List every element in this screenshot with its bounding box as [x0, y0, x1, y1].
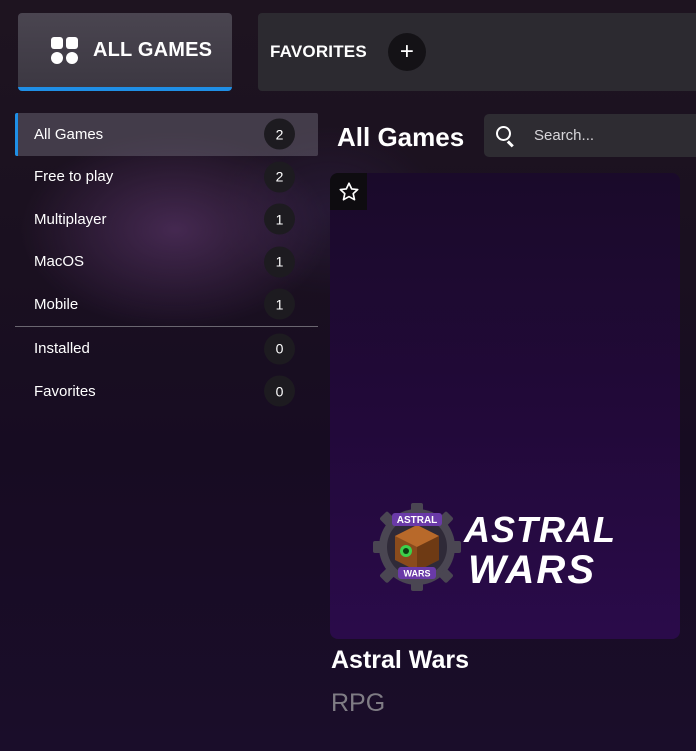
- sidebar-item-label: Installed: [34, 340, 90, 358]
- sidebar-item-free-to-play[interactable]: Free to play 2: [15, 156, 318, 199]
- sidebar-item-count: 1: [264, 246, 295, 278]
- tab-all-games[interactable]: ALL GAMES: [18, 13, 232, 91]
- game-logo: ASTRAL WARS ASTRAL WARS: [370, 501, 650, 593]
- sidebar-item-multiplayer[interactable]: Multiplayer 1: [15, 198, 318, 241]
- tab-all-games-label: ALL GAMES: [93, 38, 213, 61]
- search-icon: [496, 125, 516, 147]
- sidebar-item-all-games[interactable]: All Games 2: [15, 113, 318, 156]
- logo-text-astral: ASTRAL: [463, 509, 616, 550]
- favorite-toggle-button[interactable]: [330, 173, 367, 210]
- tab-favorites-label: FAVORITES: [270, 42, 367, 61]
- sidebar-item-label: Free to play: [34, 168, 114, 186]
- sidebar-item-label: Favorites: [34, 382, 96, 400]
- sidebar-item-macos[interactable]: MacOS 1: [15, 241, 318, 284]
- logo-text-wars: WARS: [468, 548, 596, 592]
- plus-icon: +: [399, 38, 414, 65]
- sidebar-item-label: MacOS: [34, 253, 85, 271]
- add-tab-button[interactable]: +: [387, 33, 426, 71]
- grid-icon: [51, 36, 78, 64]
- sidebar-item-label: All Games: [34, 125, 104, 143]
- game-genre: RPG: [331, 689, 386, 717]
- sidebar-item-count: 2: [264, 161, 295, 193]
- tab-favorites[interactable]: FAVORITES +: [258, 13, 696, 91]
- sidebar-divider: [15, 325, 318, 327]
- sidebar-item-label: Mobile: [34, 295, 79, 313]
- sidebar-item-label: Multiplayer: [34, 210, 107, 228]
- game-card[interactable]: ASTRAL WARS ASTRAL WARS: [330, 173, 680, 639]
- sidebar: All Games 2 Free to play 2 Multiplayer 1…: [15, 113, 318, 413]
- sidebar-item-count: 1: [264, 288, 295, 320]
- sidebar-item-count: 1: [264, 203, 295, 235]
- game-title[interactable]: Astral Wars: [331, 646, 469, 675]
- sidebar-item-count: 0: [264, 375, 295, 407]
- star-outline-icon: [338, 181, 359, 201]
- page-title: All Games: [337, 122, 465, 152]
- sidebar-item-favorites[interactable]: Favorites 0: [15, 370, 318, 413]
- emblem-text-top: ASTRAL: [397, 515, 438, 526]
- sidebar-item-mobile[interactable]: Mobile 1: [15, 283, 318, 326]
- sidebar-item-count: 0: [264, 333, 295, 365]
- sidebar-item-count: 2: [264, 118, 295, 150]
- emblem-text-bottom: WARS: [404, 569, 431, 579]
- gear-emblem-icon: ASTRAL WARS: [373, 503, 461, 591]
- search-box[interactable]: [484, 114, 696, 157]
- astral-wars-logo: ASTRAL WARS ASTRAL WARS: [373, 503, 616, 592]
- search-input[interactable]: [534, 127, 684, 144]
- sidebar-item-installed[interactable]: Installed 0: [15, 328, 318, 371]
